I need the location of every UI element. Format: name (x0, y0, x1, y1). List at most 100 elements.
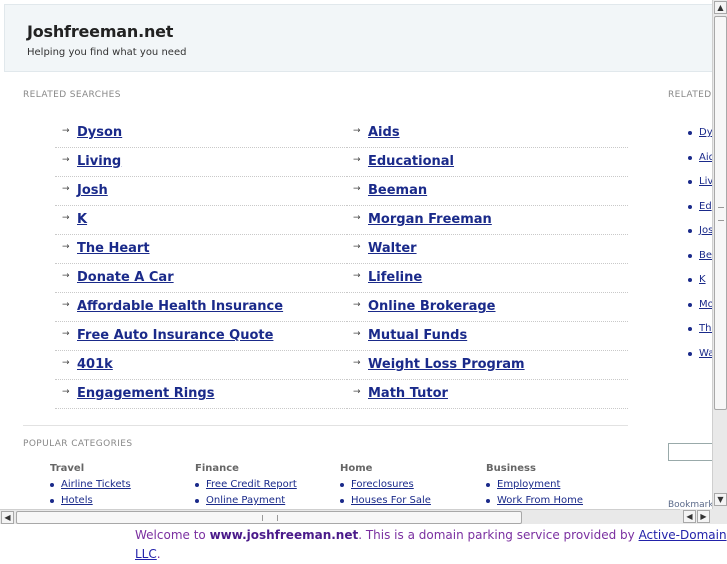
sidebar-related-link[interactable]: Be (699, 250, 712, 261)
footer-domain: www.joshfreeman.net (209, 528, 359, 542)
related-search-link[interactable]: Affordable Health Insurance (77, 299, 283, 314)
related-search-link[interactable]: Educational (368, 154, 454, 169)
bullet-icon (688, 131, 692, 135)
parking-footer: Welcome to www.joshfreeman.net. This is … (0, 526, 727, 561)
bullet-icon (688, 351, 692, 356)
category-link[interactable]: Work From Home (497, 495, 583, 506)
sidebar-related-link[interactable]: Dys (699, 127, 712, 138)
related-search-item: → Online Brokerage (346, 293, 628, 322)
sidebar-related-link[interactable]: Wa (699, 348, 712, 359)
related-search-item: → Walter (346, 235, 628, 264)
arrow-right-icon: → (353, 213, 361, 223)
sidebar-related-link[interactable]: Liv (699, 176, 712, 187)
bullet-icon (688, 253, 692, 258)
related-search-link[interactable]: Online Brokerage (368, 299, 496, 314)
arrow-right-icon: → (353, 242, 361, 252)
sidebar-search-input[interactable] (668, 443, 712, 461)
related-search-item: → Aids (346, 119, 628, 148)
scroll-up-icon[interactable]: ▲ (714, 1, 727, 14)
sidebar-related-link[interactable]: The (699, 323, 712, 334)
sidebar-bookmark-link[interactable]: Bookmark (668, 500, 712, 509)
related-search-item: → Mutual Funds (346, 322, 628, 351)
sidebar-related-item: Be (688, 250, 712, 275)
related-search-link[interactable]: Morgan Freeman (368, 212, 492, 227)
related-search-link[interactable]: Free Auto Insurance Quote (77, 328, 273, 343)
related-search-link[interactable]: Josh (77, 183, 108, 198)
category-block: Business Employment Work From Home (486, 463, 626, 509)
scroll-left-icon[interactable]: ◀ (1, 511, 14, 524)
arrow-right-icon: → (353, 271, 361, 281)
related-search-link[interactable]: Lifeline (368, 270, 422, 285)
sidebar-related-link[interactable]: Aid (699, 152, 712, 163)
scroll-down-icon[interactable]: ▼ (714, 493, 727, 506)
sidebar-related-link[interactable]: Ed (699, 201, 712, 212)
related-search-link[interactable]: Donate A Car (77, 270, 174, 285)
related-search-link[interactable]: Math Tutor (368, 386, 448, 401)
related-search-item: → Free Auto Insurance Quote (55, 322, 345, 351)
related-search-item: → Educational (346, 148, 628, 177)
related-search-link[interactable]: Dyson (77, 125, 122, 140)
related-search-item: → Morgan Freeman (346, 206, 628, 235)
scroll-right-icon[interactable]: ▶ (697, 510, 710, 523)
related-search-link[interactable]: Mutual Funds (368, 328, 467, 343)
related-search-item: → The Heart (55, 235, 345, 264)
sidebar-related-link[interactable]: Jos (699, 225, 712, 236)
related-searches-left-column: → Dyson → Living → Josh → K → The Heart → Donate A … (55, 119, 345, 409)
bullet-icon (195, 499, 199, 503)
category-link[interactable]: Employment (497, 479, 560, 490)
category-link[interactable]: Online Payment (206, 495, 285, 506)
related-search-item: → Dyson (55, 119, 345, 148)
bullet-icon (486, 483, 490, 487)
related-searches-label: RELATED SEARCHES (23, 90, 121, 100)
grip-icon (262, 515, 278, 521)
sidebar-related-link[interactable]: K (699, 274, 706, 285)
horizontal-scroll-thumb[interactable] (16, 511, 522, 524)
related-search-link[interactable]: The Heart (77, 241, 150, 256)
footer-suffix: . (156, 547, 161, 561)
related-search-link[interactable]: 401k (77, 357, 113, 372)
sidebar-related-item: Liv (688, 176, 712, 201)
category-link-item: Online Payment (195, 495, 335, 509)
category-link-item: Houses For Sale (340, 495, 480, 509)
section-divider (23, 425, 628, 426)
related-search-link[interactable]: Beeman (368, 183, 427, 198)
category-link[interactable]: Houses For Sale (351, 495, 431, 506)
category-block: Home Foreclosures Houses For Sale (340, 463, 480, 509)
related-search-link[interactable]: Walter (368, 241, 417, 256)
arrow-right-icon: → (62, 184, 70, 194)
related-search-item: → Donate A Car (55, 264, 345, 293)
arrow-right-icon: → (353, 300, 361, 310)
bullet-icon (688, 278, 692, 282)
grip-icon (718, 207, 724, 221)
related-search-link[interactable]: Living (77, 154, 121, 169)
category-link[interactable]: Foreclosures (351, 479, 414, 490)
horizontal-scrollbar[interactable]: ◀ (0, 509, 712, 524)
vertical-scroll-thumb[interactable] (714, 16, 727, 410)
bullet-icon (688, 204, 692, 209)
sidebar-related-link[interactable]: Mo (699, 299, 712, 310)
arrow-right-icon: → (62, 213, 70, 223)
arrow-right-icon: → (353, 329, 361, 339)
category-link[interactable]: Airline Tickets (61, 479, 131, 490)
sidebar-related-item: Dys (688, 127, 712, 152)
vertical-scrollbar[interactable]: ▲ ▼ (712, 0, 727, 509)
sidebar-related-item: Jos (688, 225, 712, 250)
related-search-item: → Affordable Health Insurance (55, 293, 345, 322)
related-search-link[interactable]: K (77, 212, 87, 227)
related-search-link[interactable]: Engagement Rings (77, 386, 214, 401)
bullet-icon (340, 499, 344, 503)
scroll-left-icon[interactable]: ◀ (683, 510, 696, 523)
arrow-right-icon: → (62, 387, 70, 397)
category-block: Travel Airline Tickets Hotels (50, 463, 190, 509)
arrow-right-icon: → (353, 155, 361, 165)
category-link[interactable]: Free Credit Report (206, 479, 297, 490)
related-search-link[interactable]: Weight Loss Program (368, 357, 525, 372)
category-title: Travel (50, 463, 85, 474)
related-search-link[interactable]: Aids (368, 125, 400, 140)
category-link[interactable]: Hotels (61, 495, 93, 506)
sidebar-related-item: Ed (688, 201, 712, 226)
arrow-right-icon: → (353, 184, 361, 194)
arrow-right-icon: → (62, 271, 70, 281)
related-search-item: → K (55, 206, 345, 235)
site-header: Joshfreeman.net Helping you find what yo… (4, 4, 712, 72)
